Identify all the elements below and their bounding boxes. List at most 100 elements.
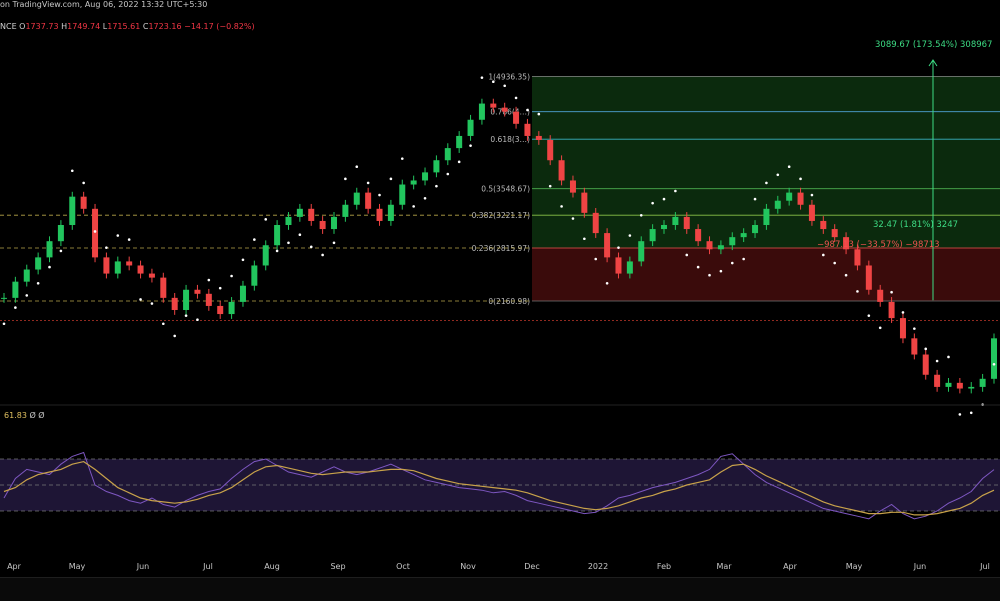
sar-dot	[309, 245, 313, 249]
sar-dot	[480, 76, 484, 79]
sar-dot	[628, 234, 632, 237]
sar-dot	[48, 265, 51, 269]
sar-dot	[594, 257, 598, 261]
sar-dot	[184, 314, 188, 317]
candle-body	[581, 192, 588, 213]
sar-dot	[298, 233, 302, 237]
candle-body	[23, 269, 30, 282]
candle-body	[137, 265, 144, 274]
sar-dot	[469, 144, 472, 147]
sar-dot	[799, 177, 802, 181]
sar-dot	[457, 160, 461, 164]
x-tick-label: Apr	[7, 562, 22, 571]
fib-level-label: 0.618(3…)	[490, 135, 530, 144]
sar-dot	[514, 96, 518, 100]
sar-dot	[708, 273, 711, 277]
candle-body	[979, 378, 986, 387]
candle-body	[558, 160, 565, 181]
x-tick-label: Sep	[330, 562, 345, 571]
sar-dot	[400, 157, 404, 160]
sar-dot	[116, 234, 120, 237]
candle-body	[456, 135, 463, 149]
candle-body	[774, 200, 781, 209]
candle-body	[752, 225, 759, 234]
candle-body	[604, 233, 611, 258]
attribution-line: on TradingView.com, Aug 06, 2022 13:32 U…	[0, 0, 207, 12]
sar-dot	[435, 184, 438, 188]
candle-body	[444, 148, 451, 161]
sar-dot	[742, 257, 745, 261]
sar-dot	[230, 274, 233, 278]
high-value: 1749.74	[67, 22, 101, 31]
sar-dot	[150, 302, 154, 305]
candle-body	[319, 220, 326, 230]
sar-dot	[924, 347, 928, 351]
x-tick-label: Oct	[396, 562, 410, 571]
fib-level-label: 0(2160.98)	[488, 297, 530, 306]
sar-dot	[70, 169, 74, 173]
fib-level-label: 0.236(2815.97)	[472, 244, 530, 253]
x-tick-label: Feb	[657, 562, 671, 571]
candle-body	[672, 216, 679, 225]
sar-dot	[696, 265, 700, 269]
candle-body	[365, 192, 372, 209]
sar-dot	[674, 189, 677, 193]
price-chart[interactable]: 1(4936.35) 0.786(4…) 0.618(3…) 0.5(3548.67)…	[0, 0, 1000, 600]
candle-body	[103, 257, 110, 274]
candle-body	[717, 245, 724, 250]
sar-dot	[992, 362, 996, 366]
sar-dot	[321, 253, 324, 257]
fib-level-label: 0.382(3221.17)	[472, 211, 530, 220]
sar-dot	[685, 253, 689, 257]
sar-dot	[571, 217, 575, 220]
candle-body	[797, 192, 804, 205]
sar-dot	[355, 165, 359, 169]
candle-body	[274, 225, 281, 246]
candle-body	[513, 111, 520, 124]
sar-dot	[605, 281, 609, 285]
candle-body	[46, 241, 53, 258]
sar-dot	[207, 278, 211, 282]
bottom-toolbar	[0, 577, 1000, 601]
x-tick-label: 2022	[588, 562, 608, 571]
candle-body	[160, 277, 167, 298]
candle-body	[376, 208, 383, 221]
open-value: 1737.73	[25, 22, 59, 31]
sar-dot	[537, 112, 541, 116]
candle-body	[638, 241, 645, 262]
sar-dot	[344, 177, 347, 181]
sar-dot	[913, 327, 916, 330]
sar-dot	[162, 322, 165, 326]
candle-body	[934, 374, 941, 387]
x-tick-label: May	[846, 562, 863, 571]
attribution-text: on TradingView.com, Aug 06, 2022 13:32 U…	[0, 0, 208, 9]
sar-dot	[366, 181, 370, 185]
sar-dot	[844, 273, 848, 277]
sar-dot	[548, 184, 552, 188]
sar-dot	[14, 306, 17, 309]
candle-body	[899, 318, 906, 339]
sar-dot	[901, 311, 905, 314]
x-tick-label: Apr	[783, 562, 798, 571]
sar-dot	[583, 237, 586, 241]
sar-dot	[833, 261, 836, 265]
sar-dot	[389, 177, 393, 181]
candle-body	[217, 305, 224, 315]
sar-dot	[446, 172, 450, 176]
candle-body	[228, 301, 235, 315]
x-tick-label: May	[69, 562, 86, 571]
sar-dot	[503, 84, 506, 88]
sar-dot	[275, 249, 279, 253]
x-tick-label: Jul	[979, 562, 990, 571]
candle-body	[740, 233, 747, 238]
rsi-extra-1: Ø	[29, 411, 36, 420]
candle-body	[615, 257, 622, 274]
x-tick-label: Jun	[913, 562, 927, 571]
mid-annotation: 32.47 (1.81%) 3247	[873, 220, 958, 230]
candle-body	[183, 289, 190, 310]
fib-level-label: 0.786(4…)	[490, 108, 530, 117]
change-value: −14.17 (−0.82%)	[184, 22, 255, 31]
sar-dot	[264, 218, 268, 221]
candle-body	[831, 229, 838, 238]
rsi-legend: 61.83 Ø Ø	[4, 411, 45, 420]
